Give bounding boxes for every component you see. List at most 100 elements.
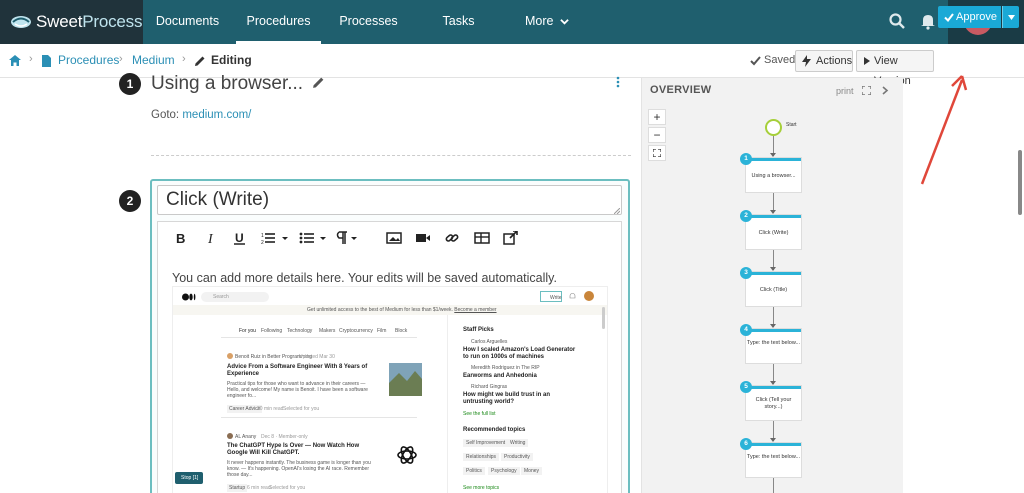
- table-icon[interactable]: [474, 231, 490, 245]
- medium-tab-technology: Technology: [287, 328, 313, 334]
- actions-button[interactable]: Actions: [795, 50, 853, 72]
- logo-text-sweet: Sweet: [36, 12, 83, 31]
- medium-topic: Money: [521, 467, 543, 475]
- step-number-1: 1: [119, 73, 141, 95]
- ordered-list-icon[interactable]: 12: [261, 231, 291, 245]
- approve-dropdown-button[interactable]: [1002, 6, 1019, 28]
- approve-label: Approve: [956, 11, 997, 23]
- goto-link[interactable]: medium.com/: [182, 109, 251, 121]
- bold-icon[interactable]: B: [174, 231, 190, 245]
- flow-node-3[interactable]: Click (Title): [746, 272, 801, 306]
- more-vertical-icon[interactable]: [616, 76, 620, 88]
- medium-author-avatar: [227, 433, 233, 439]
- nav-more-label: More: [525, 14, 554, 28]
- medium-see-full-list: See the full list: [463, 411, 496, 417]
- paragraph-icon[interactable]: [336, 231, 360, 245]
- medium-tab-following: Following: [261, 328, 283, 334]
- expand-icon[interactable]: [862, 86, 871, 95]
- italic-icon[interactable]: I: [204, 231, 220, 245]
- flow-node-number: 6: [740, 438, 752, 450]
- step-number-2: 2: [119, 190, 141, 212]
- link-icon[interactable]: [444, 231, 460, 245]
- overview-print-link[interactable]: print: [836, 86, 854, 96]
- medium-topic: Productivity: [501, 453, 533, 461]
- medium-pick3-author: Richard Gingras: [471, 384, 508, 390]
- flow-node-number: 4: [740, 324, 752, 336]
- image-icon[interactable]: [386, 231, 402, 245]
- medium-topic: Politics: [463, 467, 485, 475]
- step-1-title[interactable]: Using a browser...: [151, 73, 325, 95]
- check-icon: [944, 13, 954, 22]
- nav-procedures[interactable]: Procedures: [236, 0, 321, 44]
- medium-article2-tag: Startup: [227, 484, 248, 492]
- play-icon: [864, 57, 870, 65]
- fit-view-button[interactable]: [648, 145, 666, 161]
- medium-search-box: Search: [201, 292, 269, 302]
- medium-article2-read: 6 min read: [247, 485, 271, 491]
- medium-tab-makers: Makers: [319, 328, 336, 334]
- medium-write-highlight: Write: [540, 291, 562, 302]
- svg-text:B: B: [176, 231, 185, 245]
- logo-text-process: Process: [82, 12, 143, 31]
- check-icon: [750, 56, 761, 66]
- nav-more[interactable]: More: [512, 0, 582, 44]
- bullet-list-icon[interactable]: [299, 231, 329, 245]
- medium-pick2-title: Earworms and Anhedonia: [463, 373, 537, 379]
- flow-arrowhead: [770, 381, 776, 385]
- step-1-title-text: Using a browser...: [151, 73, 304, 94]
- goto-label: Goto:: [151, 109, 180, 121]
- flow-connector: [773, 478, 774, 493]
- chevron-right-icon[interactable]: [882, 86, 889, 95]
- view-version-button[interactable]: View Version: [856, 50, 934, 87]
- medium-banner-link: Become a member: [454, 307, 497, 313]
- flow-arrowhead: [770, 267, 776, 271]
- medium-article2-selected: Selected for you: [269, 485, 306, 491]
- breadcrumb-separator: ›: [119, 53, 123, 65]
- logo[interactable]: SweetProcess: [0, 0, 143, 44]
- nav-tasks[interactable]: Tasks: [416, 0, 501, 44]
- document-icon: [42, 55, 51, 67]
- underline-icon[interactable]: U: [232, 231, 248, 245]
- overview-title: OVERVIEW: [650, 84, 712, 96]
- medium-pick2-author: Meredith Rodriguez in The RIP: [471, 365, 540, 371]
- flow-arrowhead: [770, 324, 776, 328]
- breadcrumb-separator: ›: [29, 53, 33, 65]
- search-icon[interactable]: [888, 12, 906, 30]
- top-nav: SweetProcess Documents Procedures Proces…: [0, 0, 1024, 44]
- flow-node-4[interactable]: Type: the text below...: [746, 329, 801, 363]
- video-icon[interactable]: [415, 231, 431, 245]
- external-link-icon[interactable]: [503, 231, 519, 245]
- medium-column-divider: [447, 315, 448, 493]
- bell-icon[interactable]: [919, 12, 937, 30]
- flow-node-6[interactable]: Type: the text below...: [746, 443, 801, 477]
- breadcrumb-procedures[interactable]: Procedures: [58, 53, 119, 67]
- medium-article1-date: Updated Mar 30: [299, 354, 335, 360]
- flow-arrowhead: [770, 210, 776, 214]
- nav-documents[interactable]: Documents: [145, 0, 230, 44]
- embedded-screenshot: Search Write Get unlimited access to the…: [172, 286, 608, 493]
- resize-handle-icon[interactable]: [614, 208, 620, 214]
- zoom-in-button[interactable]: +: [648, 109, 666, 125]
- medium-search-placeholder: Search: [213, 294, 229, 300]
- home-icon[interactable]: [8, 54, 22, 67]
- flow-node-5[interactable]: Click (Tell your story...): [746, 386, 801, 420]
- medium-tab-for-you: For you: [239, 328, 256, 334]
- step-1-goto: Goto: medium.com/: [151, 109, 251, 121]
- step-title-input[interactable]: Click (Write): [157, 185, 622, 215]
- page-scrollbar[interactable]: [1018, 150, 1022, 215]
- nav-processes[interactable]: Processes: [326, 0, 411, 44]
- medium-article-divider: [221, 417, 417, 418]
- flow-node-number: 3: [740, 267, 752, 279]
- flow-node-1[interactable]: Using a browser...: [746, 158, 801, 192]
- medium-see-more-topics: See more topics: [463, 485, 500, 491]
- medium-logo-icon: [182, 293, 196, 301]
- breadcrumb-current: Editing: [211, 53, 252, 67]
- breadcrumb-medium[interactable]: Medium: [132, 53, 175, 67]
- medium-banner-message: Get unlimited access to the best of Medi…: [307, 307, 453, 313]
- flow-node-2[interactable]: Click (Write): [746, 215, 801, 249]
- pencil-icon[interactable]: [312, 76, 325, 89]
- approve-button[interactable]: Approve: [938, 6, 1001, 28]
- bolt-icon: [802, 55, 811, 67]
- zoom-out-button[interactable]: −: [648, 127, 666, 143]
- medium-article2-author: AL Anany: [235, 434, 257, 440]
